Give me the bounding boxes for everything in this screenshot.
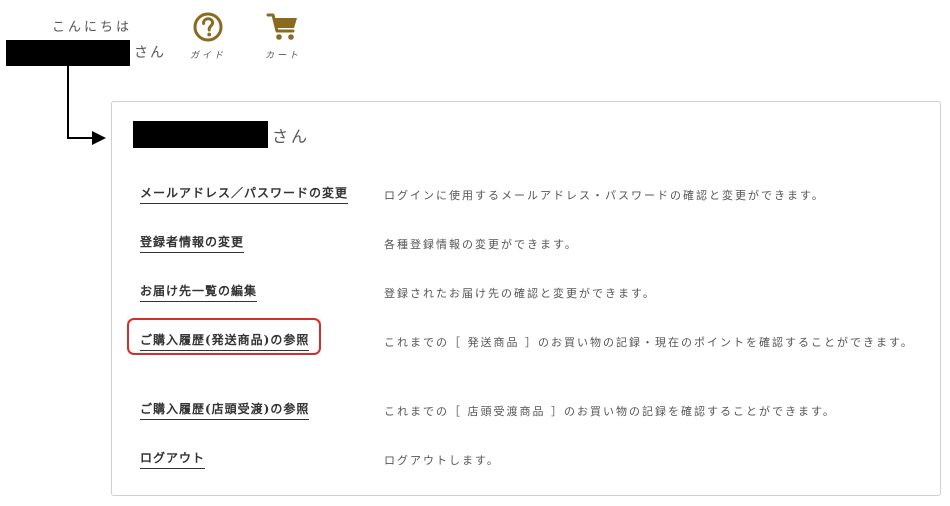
page: こんにちは さん ガイド カート さん メールアドレス／パスワードの変更 ログイ… (0, 0, 950, 506)
highlight-annotation (127, 318, 321, 355)
account-menu-panel: さん メールアドレス／パスワードの変更 ログインに使用するメールアドレス・パスワ… (111, 101, 941, 496)
delivery-address-edit-link[interactable]: お届け先一覧の編集 (140, 282, 258, 302)
honorific-panel: さん (272, 127, 311, 146)
menu-description: これまでの［ 発送商品 ］のお買い物の記録・現在のポイントを確認することができま… (384, 336, 914, 349)
menu-description: これまでの［ 店頭受渡商品 ］のお買い物の記録を確認することができます。 (384, 405, 836, 418)
menu-description: 各種登録情報の変更ができます。 (384, 238, 578, 251)
logout-link[interactable]: ログアウト (140, 449, 206, 469)
menu-description: ログアウトします。 (384, 454, 500, 467)
menu-description: ログインに使用するメールアドレス・パスワードの確認と変更ができます。 (384, 189, 825, 202)
registrant-info-change-link[interactable]: 登録者情報の変更 (140, 233, 245, 253)
purchase-history-store-link[interactable]: ご購入履歴(店頭受渡)の参照 (140, 400, 310, 420)
email-password-change-link[interactable]: メールアドレス／パスワードの変更 (140, 184, 349, 204)
redacted-username-panel (133, 121, 268, 148)
menu-description: 登録されたお届け先の確認と変更ができます。 (384, 287, 656, 300)
